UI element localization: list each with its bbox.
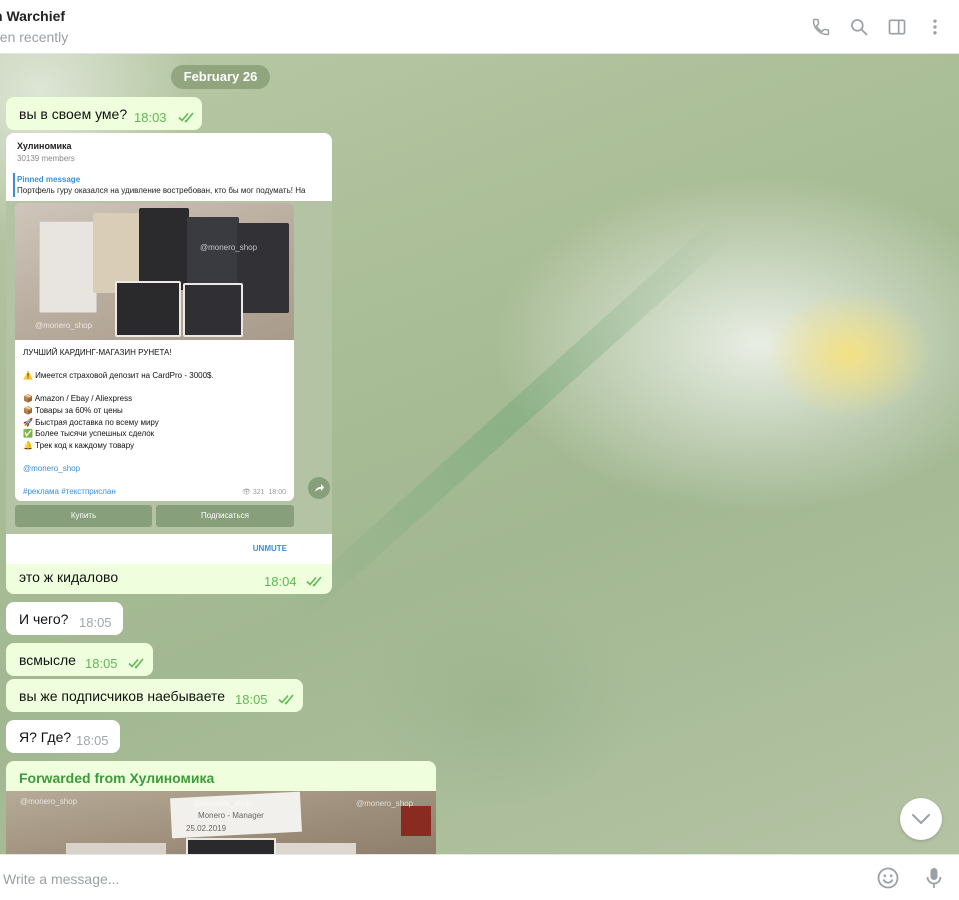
phone-icon[interactable] bbox=[809, 15, 833, 39]
message-incoming[interactable]: И чего? 18:05 bbox=[6, 602, 123, 635]
chat-header: n Warchief een recently bbox=[0, 0, 959, 54]
message-text: И чего? bbox=[19, 611, 69, 627]
message-text: это ж кидалово bbox=[19, 569, 119, 585]
read-checkmarks-icon bbox=[278, 694, 294, 705]
watermark-text: @monero_shop bbox=[356, 799, 414, 808]
read-checkmarks-icon bbox=[128, 658, 144, 669]
watermark-text: @monero_shop bbox=[194, 799, 252, 808]
more-vertical-icon[interactable] bbox=[923, 15, 947, 39]
scroll-to-bottom-button[interactable] bbox=[900, 798, 942, 840]
screenshot-pinned-label: Pinned message bbox=[17, 175, 81, 184]
watermark-text: @monero_shop bbox=[35, 321, 93, 330]
screenshot-channel-header: Хулиномика 30139 members Pinned message … bbox=[6, 133, 332, 201]
microphone-icon[interactable] bbox=[922, 866, 946, 890]
screenshot-post-link: @monero_shop bbox=[23, 463, 81, 473]
screenshot-buy-button: Купить bbox=[15, 505, 152, 527]
message-forwarded[interactable]: Forwarded from Хулиномика @monero_shop @… bbox=[6, 761, 436, 854]
chat-title[interactable]: n Warchief bbox=[0, 8, 65, 24]
emoji-icon[interactable] bbox=[876, 866, 900, 890]
chat-status: een recently bbox=[0, 29, 69, 45]
screenshot-unmute-label: UNMUTE bbox=[252, 544, 287, 553]
forwarded-photo[interactable]: @monero_shop @monero_shop @monero_shop M… bbox=[6, 791, 436, 854]
wallpaper-decoration bbox=[271, 215, 735, 637]
message-text: всмысле bbox=[19, 652, 76, 668]
screenshot-pinned-text: Портфель гуру оказался на удивление вост… bbox=[17, 186, 306, 195]
screenshot-members-count: 30139 members bbox=[17, 154, 75, 163]
phones-photo: @monero_shop @monero_shop bbox=[15, 203, 294, 340]
message-composer bbox=[0, 854, 959, 900]
chat-history[interactable]: February 26 вы в своем уме? 18:03 Хулино… bbox=[0, 54, 959, 854]
message-time: 18:05 bbox=[235, 692, 268, 707]
message-photo-screenshot[interactable]: Хулиномика 30139 members Pinned message … bbox=[6, 133, 332, 564]
message-outgoing[interactable]: это ж кидалово 18:04 bbox=[6, 564, 332, 594]
chevron-down-icon bbox=[912, 814, 930, 825]
message-text: Я? Где? bbox=[19, 729, 72, 745]
note-text: 25.02.2019 bbox=[186, 824, 227, 833]
message-time: 18:04 bbox=[264, 574, 297, 589]
screenshot-subscribe-button: Подписаться bbox=[156, 505, 294, 527]
note-text: Monero - Manager bbox=[198, 811, 264, 820]
screenshot-post-meta: 👁 321 18:00 bbox=[242, 489, 286, 496]
watermark-text: @monero_shop bbox=[20, 797, 78, 806]
screenshot-channel-title: Хулиномика bbox=[17, 141, 72, 151]
message-time: 18:05 bbox=[76, 733, 109, 748]
message-incoming[interactable]: Я? Где? 18:05 bbox=[6, 720, 120, 753]
date-divider: February 26 bbox=[171, 65, 270, 89]
message-time: 18:05 bbox=[79, 615, 112, 630]
read-checkmarks-icon bbox=[178, 112, 194, 123]
message-outgoing[interactable]: всмысле 18:05 bbox=[6, 643, 153, 676]
sidebar-toggle-icon[interactable] bbox=[885, 15, 909, 39]
message-time: 18:05 bbox=[85, 656, 118, 671]
message-time: 18:03 bbox=[134, 110, 167, 125]
message-text: вы же подписчиков наебываете bbox=[19, 688, 226, 704]
screenshot-post-text: ЛУЧШИЙ КАРДИНГ-МАГАЗИН РУНЕТА! ⚠️ Имеетс… bbox=[23, 348, 214, 497]
watermark-text: @monero_shop bbox=[200, 243, 258, 252]
forwarded-from-label[interactable]: Forwarded from Хулиномика bbox=[19, 770, 214, 786]
eye-icon: 👁 bbox=[242, 489, 251, 496]
search-icon[interactable] bbox=[847, 15, 871, 39]
screenshot-post-tags: #реклама #текстприслан bbox=[23, 487, 116, 497]
pinned-accent-bar bbox=[13, 173, 15, 197]
message-outgoing[interactable]: вы в своем уме? 18:03 bbox=[6, 97, 202, 130]
share-icon bbox=[308, 477, 330, 499]
read-checkmarks-icon bbox=[306, 576, 322, 587]
screenshot-unmute-bar: UNMUTE bbox=[6, 534, 332, 564]
screenshot-post: @monero_shop @monero_shop ЛУЧШИЙ КАРДИНГ… bbox=[15, 203, 294, 501]
message-input[interactable] bbox=[3, 869, 843, 889]
message-outgoing[interactable]: вы же подписчиков наебываете 18:05 bbox=[6, 679, 303, 712]
message-text: вы в своем уме? bbox=[19, 106, 128, 122]
